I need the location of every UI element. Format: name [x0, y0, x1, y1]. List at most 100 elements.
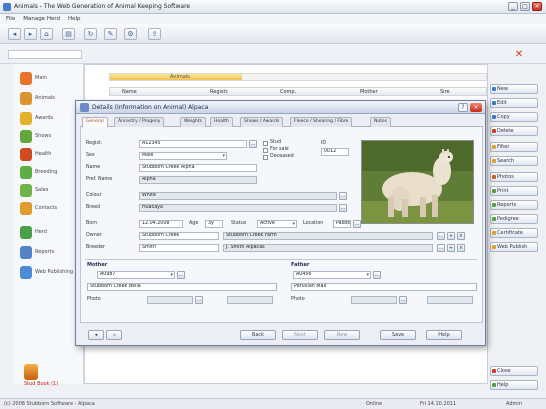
settings-icon[interactable]: ⚙ [124, 28, 137, 40]
menu-item-manage-herd[interactable]: Manage Herd [23, 14, 60, 24]
delete-x-icon[interactable]: ✕ [512, 48, 526, 61]
web-publish-button[interactable]: Web Publish [490, 242, 538, 252]
save-button[interactable]: Save [380, 330, 416, 340]
tab-ancestry[interactable]: Ancestry / Progeny [114, 117, 165, 127]
sidebar-item-health[interactable]: Health [20, 146, 80, 164]
new-button[interactable]: New [490, 84, 538, 94]
delete-button[interactable]: Delete [490, 126, 538, 136]
breeder-lookup-button[interactable]: … [437, 244, 445, 252]
breed-field[interactable]: Huacaya [139, 204, 337, 212]
mother-registration-dropdown[interactable]: A0987 [97, 271, 175, 279]
colour-lookup-button[interactable]: … [339, 192, 347, 200]
tab-fleece[interactable]: Fleece / Shearing / Fibre [290, 117, 353, 127]
tools-icon[interactable]: ✎ [104, 28, 117, 40]
sidebar-item-contacts[interactable]: Contacts [20, 200, 80, 218]
stud-book-icon[interactable] [24, 364, 38, 380]
column-header-name[interactable]: Name [122, 89, 137, 95]
sidebar-item-main[interactable]: Main [20, 70, 80, 88]
certificate-button[interactable]: Certificate [490, 228, 538, 238]
next-button[interactable]: Next [282, 330, 318, 340]
owner-add-button[interactable]: + [447, 232, 455, 240]
breed-lookup-button[interactable]: … [339, 204, 347, 212]
filter-button[interactable]: Filter [490, 142, 538, 152]
forward-arrow-icon[interactable]: ▸ [24, 28, 37, 40]
column-header-registration[interactable]: Registr. [210, 89, 229, 95]
column-header-mother[interactable]: Mother [360, 89, 378, 95]
sidebar-item-awards[interactable]: Awards [20, 110, 80, 128]
first-record-button[interactable]: ◂ [88, 330, 104, 340]
animal-photo[interactable] [361, 140, 474, 224]
copy-button[interactable]: Copy [490, 112, 538, 122]
column-header-sire[interactable]: Sire [440, 89, 450, 95]
tab-notes[interactable]: Notes [370, 117, 391, 127]
mother-extra-field[interactable] [227, 296, 273, 304]
photos-button[interactable]: Photos [490, 172, 538, 182]
born-date-field[interactable]: 12.04.2008 [139, 220, 183, 228]
maximize-button[interactable]: □ [520, 2, 530, 11]
previous-record-button[interactable]: ◃ [106, 330, 122, 340]
close-list-button[interactable]: Close [490, 366, 538, 376]
back-button[interactable]: Back [240, 330, 276, 340]
search-button[interactable]: Search [490, 156, 538, 166]
mother-lookup-button[interactable]: … [177, 271, 185, 279]
tab-weights[interactable]: Weights [180, 117, 207, 127]
father-lookup-button[interactable]: … [373, 271, 381, 279]
pref-name-field[interactable]: Alpha [139, 176, 257, 184]
dialog-help-footer-button[interactable]: Help [426, 330, 462, 340]
colour-field[interactable]: White [139, 192, 337, 200]
father-name-field[interactable]: Peruvian Max [291, 283, 477, 291]
pedigree-button[interactable]: Pedigree [490, 214, 538, 224]
mother-photo-field[interactable] [147, 296, 193, 304]
mother-photo-browse-button[interactable]: … [195, 296, 203, 304]
menu-item-file[interactable]: File [6, 14, 15, 24]
age-field[interactable]: 3y [205, 220, 223, 228]
dialog-close-button[interactable]: × [470, 103, 482, 112]
deceased-checkbox[interactable] [263, 155, 268, 160]
edit-button[interactable]: Edit [490, 98, 538, 108]
lookup-button[interactable]: … [249, 140, 257, 148]
status-dropdown[interactable]: Active [257, 220, 297, 228]
minimize-button[interactable]: _ [508, 2, 518, 11]
help-button[interactable]: Help [490, 380, 538, 390]
id-field[interactable]: 0012 [321, 148, 349, 156]
for-sale-checkbox[interactable] [263, 148, 268, 153]
owner-field[interactable]: Stubborn Creek [139, 232, 219, 240]
print-button[interactable]: Print [490, 186, 538, 196]
new-record-button[interactable]: New [324, 330, 360, 340]
breeder-clear-button[interactable]: × [457, 244, 465, 252]
sex-dropdown[interactable]: Male [139, 152, 227, 160]
tab-general[interactable]: General [82, 117, 108, 127]
sidebar-item-breeding[interactable]: Breeding [20, 164, 80, 182]
refresh-icon[interactable]: ↻ [84, 28, 97, 40]
home-icon[interactable]: ⌂ [40, 28, 53, 40]
upload-icon[interactable]: ⇪ [148, 28, 161, 40]
father-photo-field[interactable] [351, 296, 397, 304]
sidebar-item-animals[interactable]: Animals [20, 90, 80, 108]
menu-item-help[interactable]: Help [68, 14, 81, 24]
sidebar-item-reports[interactable]: Reports [20, 244, 80, 262]
father-registration-dropdown[interactable]: A0456 [293, 271, 371, 279]
reports-button[interactable]: Reports [490, 200, 538, 210]
stud-checkbox[interactable] [263, 141, 268, 146]
column-header-comp[interactable]: Comp. [280, 89, 296, 95]
dialog-help-button[interactable]: ? [458, 103, 468, 112]
sidebar-item-sales[interactable]: Sales [20, 182, 80, 200]
close-button[interactable]: × [532, 2, 542, 11]
registration-field[interactable]: A12345 [139, 140, 247, 148]
location-field[interactable]: Paddock 2 [333, 220, 351, 228]
father-photo-browse-button[interactable]: … [399, 296, 407, 304]
breeder-add-button[interactable]: + [447, 244, 455, 252]
owner-lookup-button[interactable]: … [437, 232, 445, 240]
tab-health[interactable]: Health [210, 117, 233, 127]
mother-name-field[interactable]: Stubborn Creek Bella [87, 283, 277, 291]
sidebar-item-herd[interactable]: Herd [20, 224, 80, 242]
breeder-field[interactable]: Smith [139, 244, 219, 252]
tab-shows[interactable]: Shows / Awards [240, 117, 284, 127]
print-icon[interactable]: ▤ [62, 28, 75, 40]
owner-clear-button[interactable]: × [457, 232, 465, 240]
father-extra-field[interactable] [427, 296, 473, 304]
stud-book-label[interactable]: Stud Book (1) [24, 381, 58, 387]
location-lookup-button[interactable]: … [353, 220, 361, 228]
sidebar-item-shows[interactable]: Shows [20, 128, 80, 146]
sidebar-item-web-publishing[interactable]: Web Publishing [20, 264, 80, 282]
